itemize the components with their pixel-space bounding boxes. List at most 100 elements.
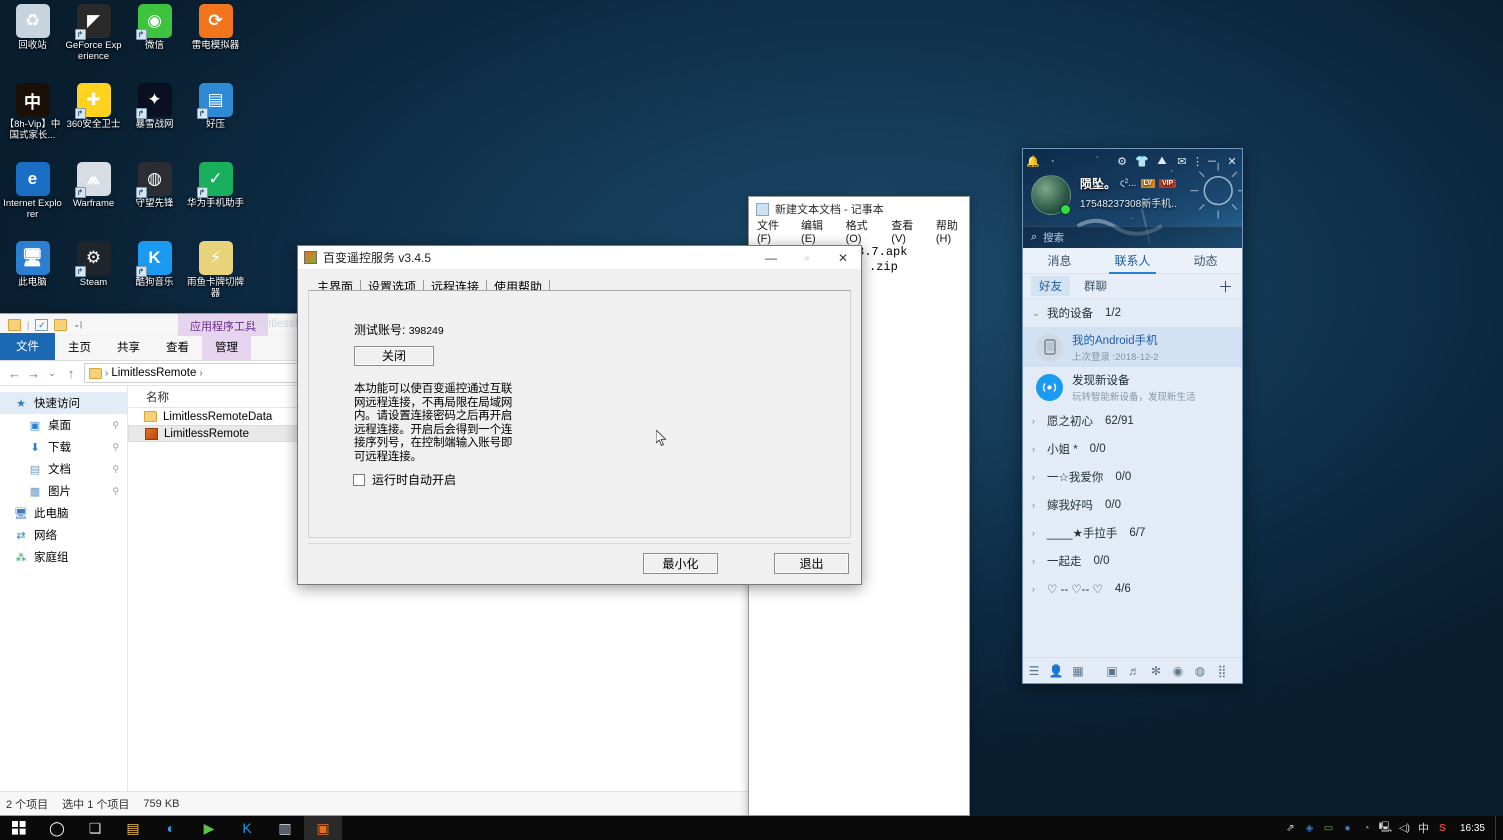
green-app-tray-icon[interactable]: ▭ bbox=[1319, 823, 1338, 834]
nav-item-homegroup[interactable]: ⁂ 家庭组 bbox=[0, 546, 127, 568]
nav-item-this-pc[interactable]: 🖥 此电脑 bbox=[0, 502, 127, 524]
qq-profile-block[interactable]: 陨坠。 ς²... LV VIP 17548237308新手机.. bbox=[1031, 175, 1177, 215]
tab-messages[interactable]: 消息 bbox=[1023, 248, 1096, 274]
dress-up-icon[interactable]: 👕 bbox=[1132, 155, 1152, 168]
desktop-icon-wechat[interactable]: ◉ ↱ 微信 bbox=[124, 4, 185, 83]
nav-item-documents[interactable]: ▤ 文档 ⚲ bbox=[0, 458, 127, 480]
desktop-icon-chinese-parents-game[interactable]: 中【8h-Vip】中国式家长... bbox=[2, 83, 63, 162]
column-header-name[interactable]: 名称 bbox=[146, 389, 169, 405]
desktop-icon-geforce-experience[interactable]: ◤ ↱ GeForce Experience bbox=[63, 4, 124, 83]
properties-icon[interactable]: ✓ bbox=[35, 318, 49, 331]
sogou-tray-icon[interactable]: S bbox=[1433, 823, 1452, 834]
desktop-icon-this-pc[interactable]: 🖥 此电脑 bbox=[2, 241, 63, 320]
close-icon[interactable]: ✕ bbox=[1222, 155, 1242, 168]
desktop-icon-haozip[interactable]: ▤ ↱ 好压 bbox=[185, 83, 246, 162]
volume-tray-icon[interactable]: ◁) bbox=[1395, 823, 1414, 834]
more-apps-icon[interactable]: ⣿ bbox=[1211, 664, 1233, 678]
nav-item-network[interactable]: ⇄ 网络 bbox=[0, 524, 127, 546]
qq-friend-group[interactable]: › 愿之初心 62/91 bbox=[1023, 407, 1242, 435]
qq-space-icon[interactable]: ▣ bbox=[1101, 664, 1123, 678]
qq-music-icon[interactable]: ♬ bbox=[1123, 664, 1145, 678]
desktop-icon-ldplayer[interactable]: ⟳ 雷电模拟器 bbox=[185, 4, 246, 83]
notepad-taskbar-icon[interactable]: ▥ bbox=[266, 816, 304, 840]
pin-icon[interactable]: ⚲ bbox=[112, 442, 119, 453]
forward-arrow-icon[interactable]: → bbox=[27, 366, 40, 381]
folder-icon[interactable] bbox=[8, 318, 21, 331]
desktop-icon-warframe[interactable]: ⩕ ↱ Warframe bbox=[63, 162, 124, 241]
customize-dropdown-icon[interactable]: ⌄| bbox=[73, 320, 82, 329]
maximize-button[interactable]: ▫ bbox=[789, 246, 825, 270]
windows-start-icon[interactable] bbox=[0, 816, 38, 840]
media-player-taskbar-icon[interactable]: ▶ bbox=[190, 816, 228, 840]
show-desktop-button[interactable] bbox=[1495, 816, 1503, 840]
qq-friend-group[interactable]: › ♡ -- ♡-- ♡ 4/6 bbox=[1023, 575, 1242, 603]
up-arrow-icon[interactable]: ↑ bbox=[65, 366, 77, 381]
qq-contact-list[interactable]: ⌄ 我的设备 1/2 我的Android手机 上次登录 :2018-12-2 发现新设备玩… bbox=[1023, 299, 1242, 657]
desktop-icon-card-shuffler[interactable]: ⚡ 雨鱼卡牌切牌器 bbox=[185, 241, 246, 320]
autostart-checkbox[interactable] bbox=[353, 473, 365, 486]
level-badge[interactable]: LV bbox=[1140, 179, 1155, 188]
taskbar-item-group[interactable]: ◯ ❏ ▤ ◐ ▶ K ▥ ▣ bbox=[38, 816, 342, 840]
antivirus-tray-icon[interactable]: ◈ bbox=[1300, 823, 1319, 834]
driver-tray-icon[interactable]: ◔ bbox=[1357, 823, 1376, 834]
navigation-pane[interactable]: ★ 快速访问 ▣ 桌面 ⚲ ⬇ 下载 ⚲ ▤ 文档 ⚲ ▩ 图片 ⚲ 🖥 此电脑 ⇄ 网络 ⁂ 家庭组 bbox=[0, 386, 128, 804]
ribbon-tab-manage[interactable]: 管理 bbox=[202, 335, 251, 360]
remote-service-dialog[interactable]: 百变遥控服务 v3.4.5 — ▫ ✕ 主界面 设置选项 远程连接 使用帮助 测… bbox=[297, 245, 862, 585]
browser-taskbar-icon[interactable]: ◐ bbox=[152, 816, 190, 840]
plus-icon[interactable]: ＋ bbox=[1218, 276, 1233, 297]
nav-item-star[interactable]: ★ 快速访问 bbox=[0, 392, 127, 414]
pyramid-icon[interactable]: ⛰ bbox=[1152, 155, 1172, 168]
desktop-icon-recycle-bin[interactable]: ♻ 回收站 bbox=[2, 4, 63, 83]
file-explorer-taskbar-icon[interactable]: ▤ bbox=[114, 816, 152, 840]
blue-app-tray-icon[interactable]: ● bbox=[1338, 823, 1357, 834]
remote-service-taskbar-icon[interactable]: ▣ bbox=[304, 816, 342, 840]
nav-item-desktop[interactable]: ▣ 桌面 ⚲ bbox=[0, 414, 127, 436]
qq-signature[interactable]: 17548237308新手机.. bbox=[1080, 195, 1177, 210]
menu-file[interactable]: 文件(F) bbox=[757, 217, 789, 245]
menu-view[interactable]: 查看(V) bbox=[891, 217, 924, 245]
network-tray-icon[interactable]: 🖳 bbox=[1376, 820, 1395, 837]
list-item[interactable]: 发现新设备 玩转智能新设备，发现新生活 bbox=[1023, 367, 1242, 407]
more-dots-icon[interactable]: ⋮ bbox=[1192, 155, 1203, 168]
desktop-icon-360-security[interactable]: ✚ ↱ 360安全卫士 bbox=[63, 83, 124, 162]
exit-button[interactable]: 退出 bbox=[774, 553, 849, 574]
qq-subtab-strip[interactable]: 好友 群聊 ＋ bbox=[1023, 274, 1242, 299]
tab-contacts[interactable]: 联系人 bbox=[1096, 248, 1169, 274]
qq-friend-group[interactable]: › 一☆我爱你 0/0 bbox=[1023, 463, 1242, 491]
autostart-checkbox-row[interactable]: 运行时自动开启 bbox=[353, 471, 456, 488]
subtab-friends[interactable]: 好友 bbox=[1031, 276, 1070, 296]
mail-icon[interactable]: ✉ bbox=[1172, 155, 1192, 168]
minimize-to-tray-button[interactable]: 最小化 bbox=[643, 553, 718, 574]
breadcrumb-segment[interactable]: LimitlessRemote bbox=[111, 367, 196, 379]
ime-tray-icon[interactable]: 中 bbox=[1414, 820, 1433, 836]
mail-icon[interactable]: ◉ bbox=[1167, 664, 1189, 678]
bell-icon[interactable]: 🔔 bbox=[1023, 155, 1043, 168]
new-folder-icon[interactable] bbox=[54, 318, 68, 331]
nav-item-downloads[interactable]: ⬇ 下载 ⚲ bbox=[0, 436, 127, 458]
kugou-taskbar-icon[interactable]: K bbox=[228, 816, 266, 840]
qq-search-box[interactable]: ⌕ 搜索 bbox=[1023, 226, 1242, 248]
list-item[interactable]: 我的Android手机 上次登录 :2018-12-2 bbox=[1023, 327, 1242, 367]
subtab-groups[interactable]: 群聊 bbox=[1084, 278, 1107, 294]
qq-panel[interactable]: 🔔 ⚙ 👕 ⛰ ✉ ⋮ － ✕ 陨坠。 ς²... LV VIP 1754823… bbox=[1022, 148, 1243, 684]
nav-item-pictures[interactable]: ▩ 图片 ⚲ bbox=[0, 480, 127, 502]
ribbon-tab-view[interactable]: 查看 bbox=[153, 335, 202, 360]
avatar[interactable] bbox=[1031, 175, 1071, 215]
close-connection-button[interactable]: 关闭 bbox=[354, 346, 434, 366]
qq-friend-group[interactable]: › 小姐 * 0/0 bbox=[1023, 435, 1242, 463]
qq-friend-group[interactable]: › ____★手拉手 6/7 bbox=[1023, 519, 1242, 547]
vip-badge[interactable]: VIP bbox=[1158, 179, 1177, 188]
minimize-button[interactable]: — bbox=[753, 246, 789, 270]
cortana-search-icon[interactable]: ◯ bbox=[38, 816, 76, 840]
qq-top-toolbar[interactable]: 🔔 ⚙ 👕 ⛰ ✉ ⋮ － ✕ bbox=[1023, 151, 1242, 171]
qq-bottom-toolbar[interactable]: ☰ 👤 ▦ ▣ ♬ ✻ ◉ ◍ ⣿ bbox=[1023, 657, 1242, 683]
share-tray-icon[interactable]: ⇗ bbox=[1281, 823, 1300, 834]
minimize-icon[interactable]: － bbox=[1202, 153, 1222, 169]
qq-group-my-devices[interactable]: ⌄ 我的设备 1/2 bbox=[1023, 299, 1242, 327]
game-icon[interactable]: ◍ bbox=[1189, 664, 1211, 678]
desktop-icon-internet-explorer[interactable]: e Internet Explorer bbox=[2, 162, 63, 241]
desktop-icon-steam[interactable]: ⚙ ↱ Steam bbox=[63, 241, 124, 320]
notepad-menu-bar[interactable]: 文件(F) 编辑(E) 格式(O) 查看(V) 帮助(H) bbox=[749, 220, 969, 245]
dialog-button-row[interactable]: 最小化 退出 bbox=[643, 553, 849, 574]
back-arrow-icon[interactable]: ← bbox=[8, 366, 21, 381]
